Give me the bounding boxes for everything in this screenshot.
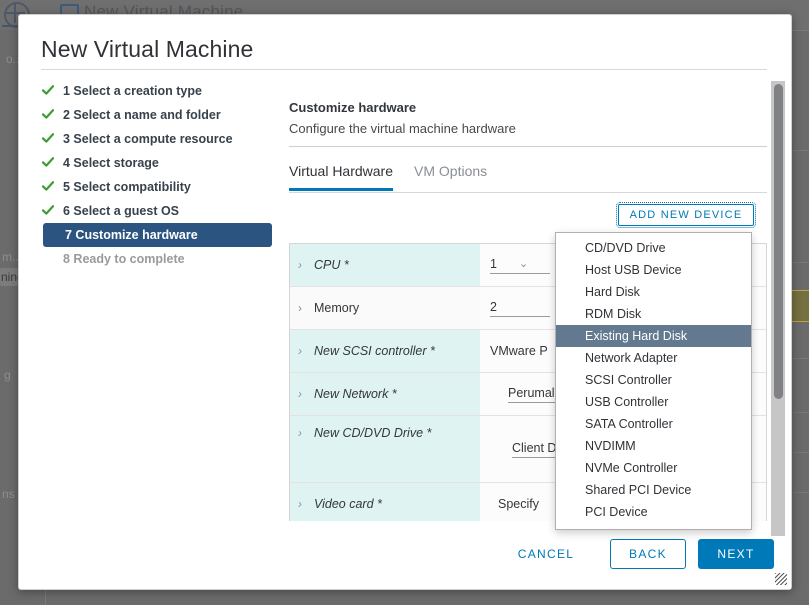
panel-divider xyxy=(289,146,767,147)
content-scrollbar-thumb[interactable] xyxy=(774,84,783,399)
hw-row-label: New CD/DVD Drive * xyxy=(314,426,431,440)
hw-row-label-cell: › Video card * xyxy=(290,483,480,525)
menu-item-scsi-controller[interactable]: SCSI Controller xyxy=(556,369,751,391)
page-subtitle: Configure the virtual machine hardware xyxy=(289,121,516,136)
hw-row-label-cell: › New Network * xyxy=(290,373,480,415)
wizard-step-list: 1 Select a creation type 2 Select a name… xyxy=(41,79,266,271)
chevron-right-icon[interactable]: › xyxy=(298,301,312,315)
cpu-count-select[interactable]: 1 ⌄ xyxy=(490,257,550,274)
hw-row-label: CPU * xyxy=(314,258,349,272)
background-divider xyxy=(793,492,809,493)
chevron-right-icon[interactable]: › xyxy=(298,426,312,440)
check-icon xyxy=(41,107,55,121)
background-fragment: ns xyxy=(2,487,15,501)
sidebar-step-label: 7 Customize hardware xyxy=(65,228,198,242)
dialog-title-divider xyxy=(41,69,767,70)
menu-item-existing-hard-disk[interactable]: Existing Hard Disk xyxy=(556,325,751,347)
chevron-right-icon[interactable]: › xyxy=(298,344,312,358)
dialog-resize-grip[interactable] xyxy=(775,573,787,585)
chevron-right-icon[interactable]: › xyxy=(298,497,312,511)
background-divider xyxy=(793,412,809,413)
check-icon xyxy=(41,179,55,193)
sidebar-step-label: 6 Select a guest OS xyxy=(63,204,179,218)
scsi-controller-value[interactable]: VMware P xyxy=(490,344,548,358)
background-divider xyxy=(793,358,809,359)
sidebar-step-label: 1 Select a creation type xyxy=(63,84,202,98)
hw-row-label: Video card * xyxy=(314,497,382,511)
hw-row-label: New Network * xyxy=(314,387,397,401)
network-value: Perumal xyxy=(508,386,555,400)
chevron-right-icon[interactable]: › xyxy=(298,258,312,272)
memory-value: 2 xyxy=(490,300,497,314)
menu-item-network-adapter[interactable]: Network Adapter xyxy=(556,347,751,369)
sidebar-step-3[interactable]: 3 Select a compute resource xyxy=(41,127,266,151)
check-icon xyxy=(41,131,55,145)
check-icon xyxy=(41,203,55,217)
sidebar-step-5[interactable]: 5 Select compatibility xyxy=(41,175,266,199)
hw-row-label-cell: › CPU * xyxy=(290,244,480,286)
sidebar-step-label: 8 Ready to complete xyxy=(63,252,185,266)
hw-row-label-cell: › New SCSI controller * xyxy=(290,330,480,372)
background-fragment: g xyxy=(4,368,11,382)
dialog-footer: CANCEL BACK NEXT xyxy=(19,521,791,589)
sidebar-step-label: 5 Select compatibility xyxy=(63,180,191,194)
sidebar-step-label: 2 Select a name and folder xyxy=(63,108,221,122)
background-divider xyxy=(793,262,809,263)
menu-item-host-usb-device[interactable]: Host USB Device xyxy=(556,259,751,281)
background-divider xyxy=(793,452,809,453)
menu-item-nvdimm[interactable]: NVDIMM xyxy=(556,435,751,457)
hw-row-label: Memory xyxy=(314,301,359,315)
content-scrollbar-track[interactable] xyxy=(771,81,785,536)
new-virtual-machine-dialog: New Virtual Machine 1 Select a creation … xyxy=(18,14,792,590)
tab-vm-options[interactable]: VM Options xyxy=(414,163,487,188)
sidebar-step-2[interactable]: 2 Select a name and folder xyxy=(41,103,266,127)
sidebar-step-label: 4 Select storage xyxy=(63,156,159,170)
menu-item-pci-device[interactable]: PCI Device xyxy=(556,501,751,523)
panel-tabs: Virtual Hardware VM Options xyxy=(289,163,767,193)
video-card-value[interactable]: Specify xyxy=(498,497,539,511)
menu-item-hard-disk[interactable]: Hard Disk xyxy=(556,281,751,303)
menu-item-sata-controller[interactable]: SATA Controller xyxy=(556,413,751,435)
cancel-button[interactable]: CANCEL xyxy=(505,539,587,569)
dialog-title: New Virtual Machine xyxy=(41,36,253,63)
cddvd-source-value: Client D xyxy=(512,441,556,455)
chevron-right-icon[interactable]: › xyxy=(298,387,312,401)
page-title: Customize hardware xyxy=(289,100,416,115)
chevron-down-icon: ⌄ xyxy=(519,257,528,270)
sidebar-step-7-customize-hardware[interactable]: 7 Customize hardware xyxy=(43,223,272,247)
add-new-device-button[interactable]: ADD NEW DEVICE xyxy=(618,204,754,226)
sidebar-step-label: 3 Select a compute resource xyxy=(63,132,233,146)
cpu-count-value: 1 xyxy=(490,257,497,271)
background-divider xyxy=(793,150,809,151)
sidebar-step-4[interactable]: 4 Select storage xyxy=(41,151,266,175)
menu-item-shared-pci-device[interactable]: Shared PCI Device xyxy=(556,479,751,501)
menu-item-usb-controller[interactable]: USB Controller xyxy=(556,391,751,413)
back-button[interactable]: BACK xyxy=(610,539,686,569)
add-new-device-dropdown-menu: CD/DVD Drive Host USB Device Hard Disk R… xyxy=(555,232,752,530)
check-icon xyxy=(41,83,55,97)
hw-row-label: New SCSI controller * xyxy=(314,344,435,358)
memory-field[interactable]: 2 xyxy=(490,300,550,317)
hw-row-label-cell: › New CD/DVD Drive * xyxy=(290,416,480,482)
hw-row-label-cell: › Memory xyxy=(290,287,480,329)
next-button[interactable]: NEXT xyxy=(698,539,774,569)
check-icon xyxy=(41,155,55,169)
tabs-divider xyxy=(289,192,767,193)
sidebar-step-8[interactable]: 8 Ready to complete xyxy=(41,247,266,271)
menu-item-nvme-controller[interactable]: NVMe Controller xyxy=(556,457,751,479)
menu-item-rdm-disk[interactable]: RDM Disk xyxy=(556,303,751,325)
tab-virtual-hardware[interactable]: Virtual Hardware xyxy=(289,163,393,191)
menu-item-cd-dvd-drive[interactable]: CD/DVD Drive xyxy=(556,237,751,259)
sidebar-step-1[interactable]: 1 Select a creation type xyxy=(41,79,266,103)
sidebar-step-6[interactable]: 6 Select a guest OS xyxy=(41,199,266,223)
